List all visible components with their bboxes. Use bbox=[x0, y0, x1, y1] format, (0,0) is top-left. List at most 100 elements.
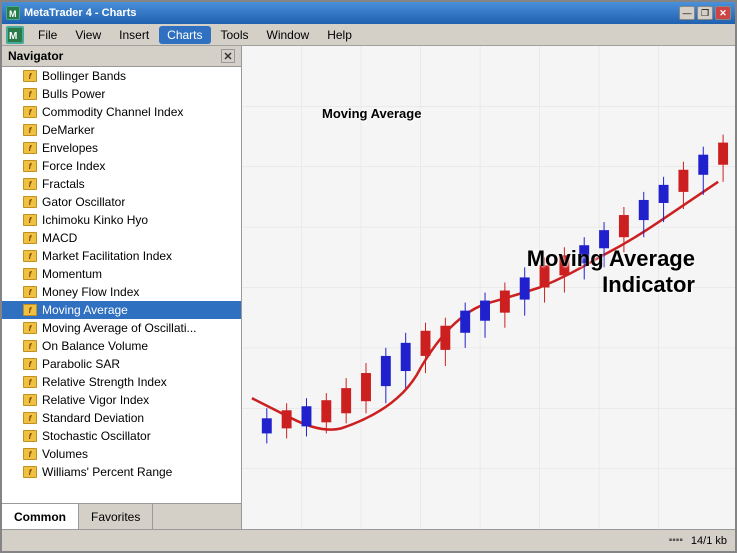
indicator-icon-bulls-power: f bbox=[22, 87, 38, 101]
menu-help[interactable]: Help bbox=[319, 26, 360, 44]
navigator-tabs: Common Favorites bbox=[2, 503, 241, 529]
indicator-icon-williams-percent-range: f bbox=[22, 465, 38, 479]
nav-item-ichimoku-kinko-hyo[interactable]: f Ichimoku Kinko Hyo bbox=[2, 211, 241, 229]
chart-label-moving-avg: Moving Average bbox=[322, 106, 421, 121]
indicator-icon-momentum: f bbox=[22, 267, 38, 281]
nav-item-label-relative-strength-index: Relative Strength Index bbox=[42, 375, 167, 389]
main-area: Navigator ✕ f Bollinger Bands f Bulls Power… bbox=[2, 46, 735, 529]
nav-item-relative-strength-index[interactable]: f Relative Strength Index bbox=[2, 373, 241, 391]
close-button[interactable]: ✕ bbox=[715, 6, 731, 20]
navigator-title: Navigator bbox=[8, 49, 63, 63]
nav-item-label-parabolic-sar: Parabolic SAR bbox=[42, 357, 120, 371]
indicator-icon-on-balance-volume: f bbox=[22, 339, 38, 353]
nav-item-on-balance-volume[interactable]: f On Balance Volume bbox=[2, 337, 241, 355]
indicator-icon-ichimoku-kinko-hyo: f bbox=[22, 213, 38, 227]
nav-item-moving-average[interactable]: f Moving Average bbox=[2, 301, 241, 319]
nav-item-label-volumes: Volumes bbox=[42, 447, 88, 461]
status-bar: ▪▪▪▪ 14/1 kb bbox=[2, 529, 735, 551]
app-icon-menu: M bbox=[6, 26, 24, 44]
indicator-icon-macd: f bbox=[22, 231, 38, 245]
nav-item-moving-average-oscillator[interactable]: f Moving Average of Oscillati... bbox=[2, 319, 241, 337]
title-bar-controls: — ❐ ✕ bbox=[679, 6, 731, 20]
indicator-icon-volumes: f bbox=[22, 447, 38, 461]
window-title: MetaTrader 4 - Charts bbox=[24, 7, 136, 19]
menu-window[interactable]: Window bbox=[259, 26, 318, 44]
menu-insert[interactable]: Insert bbox=[111, 26, 157, 44]
navigator-list[interactable]: f Bollinger Bands f Bulls Power f Commodity C… bbox=[2, 67, 241, 503]
indicator-icon-gator-oscillator: f bbox=[22, 195, 38, 209]
indicator-icon-market-facilitation-index: f bbox=[22, 249, 38, 263]
nav-item-commodity-channel-index[interactable]: f Commodity Channel Index bbox=[2, 103, 241, 121]
indicator-icon-moving-average-oscillator: f bbox=[22, 321, 38, 335]
nav-item-momentum[interactable]: f Momentum bbox=[2, 265, 241, 283]
window-frame: M MetaTrader 4 - Charts — ❐ ✕ M File Vie… bbox=[0, 0, 737, 553]
nav-item-label-macd: MACD bbox=[42, 231, 77, 245]
indicator-icon-bollinger-bands: f bbox=[22, 69, 38, 83]
nav-item-volumes[interactable]: f Volumes bbox=[2, 445, 241, 463]
nav-item-label-ichimoku-kinko-hyo: Ichimoku Kinko Hyo bbox=[42, 213, 148, 227]
navigator-panel: Navigator ✕ f Bollinger Bands f Bulls Power… bbox=[2, 46, 242, 529]
navigator-header: Navigator ✕ bbox=[2, 46, 241, 67]
nav-item-envelopes[interactable]: fEnvelopes bbox=[2, 139, 241, 157]
nav-item-bulls-power[interactable]: f Bulls Power bbox=[2, 85, 241, 103]
nav-item-label-bollinger-bands: Bollinger Bands bbox=[42, 69, 126, 83]
nav-item-label-momentum: Momentum bbox=[42, 267, 102, 281]
nav-item-bollinger-bands[interactable]: f Bollinger Bands bbox=[2, 67, 241, 85]
nav-item-label-stochastic-oscillator: Stochastic Oscillator bbox=[42, 429, 151, 443]
nav-item-label-bulls-power: Bulls Power bbox=[42, 87, 105, 101]
nav-item-fractals[interactable]: f Fractals bbox=[2, 175, 241, 193]
menu-bar: M File View Insert Charts Tools Window H… bbox=[2, 24, 735, 46]
svg-text:M: M bbox=[9, 31, 17, 42]
menu-view[interactable]: View bbox=[67, 26, 109, 44]
nav-item-gator-oscillator[interactable]: f Gator Oscillator bbox=[2, 193, 241, 211]
nav-item-label-fractals: Fractals bbox=[42, 177, 85, 191]
nav-item-demarker[interactable]: f DeMarker bbox=[2, 121, 241, 139]
nav-item-label-moving-average-oscillator: Moving Average of Oscillati... bbox=[42, 321, 197, 335]
nav-item-label-standard-deviation: Standard Deviation bbox=[42, 411, 144, 425]
indicator-icon-money-flow-index: f bbox=[22, 285, 38, 299]
indicator-icon-moving-average: f bbox=[22, 303, 38, 317]
nav-item-standard-deviation[interactable]: f Standard Deviation bbox=[2, 409, 241, 427]
nav-item-label-williams-percent-range: Williams' Percent Range bbox=[42, 465, 172, 479]
menu-tools[interactable]: Tools bbox=[213, 26, 257, 44]
indicator-icon-parabolic-sar: f bbox=[22, 357, 38, 371]
nav-item-stochastic-oscillator[interactable]: fStochastic Oscillator bbox=[2, 427, 241, 445]
nav-item-label-gator-oscillator: Gator Oscillator bbox=[42, 195, 125, 209]
nav-item-label-commodity-channel-index: Commodity Channel Index bbox=[42, 105, 183, 119]
nav-item-parabolic-sar[interactable]: f Parabolic SAR bbox=[2, 355, 241, 373]
minimize-button[interactable]: — bbox=[679, 6, 695, 20]
menu-charts[interactable]: Charts bbox=[159, 26, 210, 44]
indicator-icon-demarker: f bbox=[22, 123, 38, 137]
menu-file[interactable]: File bbox=[30, 26, 65, 44]
chart-area: Moving Average Moving Average Indicator bbox=[242, 46, 735, 529]
chart-label-indicator: Moving Average Indicator bbox=[527, 246, 695, 299]
indicator-icon-commodity-channel-index: f bbox=[22, 105, 38, 119]
maximize-button[interactable]: ❐ bbox=[697, 6, 713, 20]
nav-item-label-market-facilitation-index: Market Facilitation Index bbox=[42, 249, 172, 263]
nav-item-macd[interactable]: f MACD bbox=[2, 229, 241, 247]
nav-item-label-force-index: Force Index bbox=[42, 159, 105, 173]
nav-item-label-on-balance-volume: On Balance Volume bbox=[42, 339, 148, 353]
svg-text:M: M bbox=[9, 9, 17, 19]
navigator-close-button[interactable]: ✕ bbox=[221, 49, 235, 63]
nav-item-money-flow-index[interactable]: f Money Flow Index bbox=[2, 283, 241, 301]
chart-size-icon: ▪▪▪▪ bbox=[669, 535, 683, 546]
indicator-icon-relative-strength-index: f bbox=[22, 375, 38, 389]
nav-item-relative-vigor-index[interactable]: fRelative Vigor Index bbox=[2, 391, 241, 409]
indicator-icon-fractals: f bbox=[22, 177, 38, 191]
nav-item-market-facilitation-index[interactable]: f Market Facilitation Index bbox=[2, 247, 241, 265]
nav-item-label-money-flow-index: Money Flow Index bbox=[42, 285, 139, 299]
nav-item-label-relative-vigor-index: Relative Vigor Index bbox=[42, 393, 149, 407]
indicator-icon-standard-deviation: f bbox=[22, 411, 38, 425]
size-info: 14/1 kb bbox=[691, 535, 727, 547]
app-icon-title: M bbox=[6, 6, 20, 20]
nav-item-label-moving-average: Moving Average bbox=[42, 303, 128, 317]
nav-item-label-envelopes: Envelopes bbox=[42, 141, 98, 155]
tab-favorites[interactable]: Favorites bbox=[79, 504, 153, 529]
nav-item-force-index[interactable]: f Force Index bbox=[2, 157, 241, 175]
indicator-icon-force-index: f bbox=[22, 159, 38, 173]
title-bar-left: M MetaTrader 4 - Charts bbox=[6, 6, 136, 20]
nav-item-williams-percent-range[interactable]: f Williams' Percent Range bbox=[2, 463, 241, 481]
nav-item-label-demarker: DeMarker bbox=[42, 123, 95, 137]
tab-common[interactable]: Common bbox=[2, 504, 79, 529]
